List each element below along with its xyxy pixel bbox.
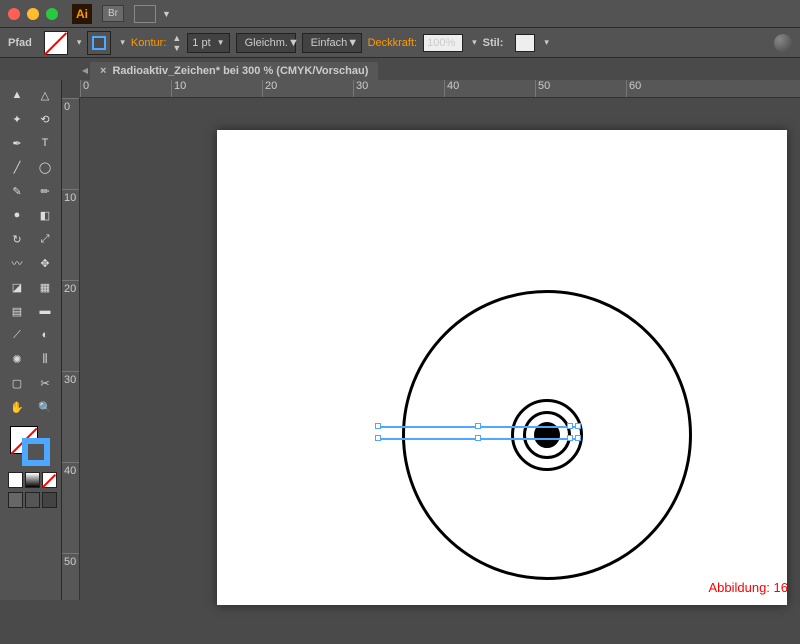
canvas-area[interactable]: 0102030405060 01020304050 Abbildung: 16	[62, 80, 800, 600]
opacity-label: Deckkraft:	[368, 37, 418, 49]
document-tab[interactable]: × Radioaktiv_Zeichen* bei 300 % (CMYK/Vo…	[90, 62, 378, 80]
shape-builder-tool[interactable]: ◪	[4, 276, 30, 298]
ruler-tick: 30	[62, 371, 79, 462]
stroke-box[interactable]	[22, 438, 50, 466]
mesh-tool[interactable]: ▤	[4, 300, 30, 322]
direct-select-tool[interactable]: △	[32, 84, 58, 106]
brush-tool[interactable]: ✎	[4, 180, 30, 202]
rotate-tool[interactable]: ↻	[4, 228, 30, 250]
close-tab-icon[interactable]: ×	[100, 65, 106, 77]
stroke-weight-input[interactable]: 1 pt▼	[187, 33, 229, 53]
ruler-tick: 50	[62, 553, 79, 644]
ruler-tick: 20	[62, 280, 79, 371]
eraser-tool[interactable]: ◧	[32, 204, 58, 226]
blend-tool[interactable]: ◐	[32, 324, 58, 346]
bridge-button[interactable]: Br	[102, 5, 124, 22]
anchor-handle[interactable]	[475, 423, 481, 429]
perspective-tool[interactable]: ▦	[32, 276, 58, 298]
ruler-tick: 10	[171, 80, 262, 97]
slice-tool[interactable]: ✂	[32, 372, 58, 394]
figure-caption: Abbildung: 16	[708, 580, 788, 595]
titlebar: Ai Br ▼	[0, 0, 800, 28]
fill-stroke-control[interactable]	[10, 426, 50, 466]
horizontal-ruler: 0102030405060	[80, 80, 800, 98]
ruler-tick: 10	[62, 189, 79, 280]
cloud-icon[interactable]	[774, 34, 792, 52]
rectangle-tool[interactable]: ◯	[32, 156, 58, 178]
color-mode-switches	[8, 472, 57, 488]
blob-tool[interactable]: ●	[4, 204, 30, 226]
none-mode-icon[interactable]	[42, 472, 57, 488]
tab-bar: ◀ × Radioaktiv_Zeichen* bei 300 % (CMYK/…	[80, 58, 800, 80]
anchor-handle[interactable]	[475, 435, 481, 441]
chevron-down-icon[interactable]: ▾	[77, 37, 82, 48]
ruler-tick: 20	[262, 80, 353, 97]
stroke-label: Kontur:	[131, 37, 166, 49]
stepper-icon[interactable]: ▲▼	[172, 33, 181, 53]
chevron-down-icon[interactable]: ▼	[162, 9, 171, 19]
style-label: Stil:	[483, 37, 504, 49]
pencil-tool[interactable]: ✏	[32, 180, 58, 202]
opacity-input[interactable]: 100%	[423, 34, 463, 52]
anchor-handle[interactable]	[567, 435, 573, 441]
ruler-tick: 0	[62, 98, 79, 189]
selection-tool[interactable]: ▲	[4, 84, 30, 106]
graph-tool[interactable]: ⫼	[32, 348, 58, 370]
ruler-tick: 40	[62, 462, 79, 553]
style-swatch[interactable]	[515, 34, 535, 52]
zoom-tool[interactable]: 🔍	[32, 396, 58, 418]
arrange-docs-button[interactable]	[134, 5, 156, 23]
anchor-handle[interactable]	[567, 423, 573, 429]
chevron-down-icon[interactable]: ▾	[472, 37, 477, 48]
stroke-swatch[interactable]	[87, 31, 111, 55]
artboard-tool[interactable]: ▢	[4, 372, 30, 394]
type-tool[interactable]: T	[32, 132, 58, 154]
tab-label: Radioaktiv_Zeichen* bei 300 % (CMYK/Vors…	[112, 65, 368, 77]
traffic-lights	[8, 8, 58, 20]
symbol-spray-tool[interactable]: ✺	[4, 348, 30, 370]
type-label: Pfad	[8, 37, 32, 49]
line-tool[interactable]: ╱	[4, 156, 30, 178]
screen-mode-switches	[8, 492, 57, 508]
panel-grip-icon[interactable]: ◀	[80, 60, 90, 80]
close-window-icon[interactable]	[8, 8, 20, 20]
ruler-tick: 60	[626, 80, 717, 97]
gradient-tool[interactable]: ▬	[32, 300, 58, 322]
normal-screen-icon[interactable]	[8, 492, 23, 508]
pen-tool[interactable]: ✒	[4, 132, 30, 154]
free-transform-tool[interactable]: ✥	[32, 252, 58, 274]
maximize-window-icon[interactable]	[46, 8, 58, 20]
gradient-mode-icon[interactable]	[25, 472, 40, 488]
minimize-window-icon[interactable]	[27, 8, 39, 20]
anchor-handle[interactable]	[375, 435, 381, 441]
chevron-down-icon[interactable]: ▾	[544, 37, 549, 48]
chevron-down-icon[interactable]: ▾	[120, 37, 125, 48]
eyedropper-tool[interactable]: ⟋	[4, 324, 30, 346]
fill-swatch[interactable]	[44, 31, 68, 55]
control-bar: Pfad ▾ ▾ Kontur: ▲▼ 1 pt▼ Gleichm.▼ Einf…	[0, 28, 800, 58]
stroke-cap-dropdown[interactable]: Gleichm.▼	[236, 33, 296, 53]
anchor-handle[interactable]	[375, 423, 381, 429]
magic-wand-tool[interactable]: ✦	[4, 108, 30, 130]
full-screen-icon[interactable]	[42, 492, 57, 508]
hand-tool[interactable]: ✋	[4, 396, 30, 418]
lasso-tool[interactable]: ⟲	[32, 108, 58, 130]
full-menu-screen-icon[interactable]	[25, 492, 40, 508]
ruler-tick: 50	[535, 80, 626, 97]
ruler-tick: 30	[353, 80, 444, 97]
anchor-handle[interactable]	[575, 435, 581, 441]
ruler-tick: 40	[444, 80, 535, 97]
ruler-tick: 0	[80, 80, 171, 97]
width-tool[interactable]: 〰	[4, 252, 30, 274]
scale-tool[interactable]: ⤢	[32, 228, 58, 250]
vertical-ruler: 01020304050	[62, 98, 80, 600]
anchor-handle[interactable]	[575, 423, 581, 429]
tools-panel: ▲△✦⟲✒T╱◯✎✏●◧↻⤢〰✥◪▦▤▬⟋◐✺⫼▢✂✋🔍	[0, 80, 62, 600]
app-icon: Ai	[72, 4, 92, 24]
stroke-profile-dropdown[interactable]: Einfach▼	[302, 33, 362, 53]
color-mode-icon[interactable]	[8, 472, 23, 488]
